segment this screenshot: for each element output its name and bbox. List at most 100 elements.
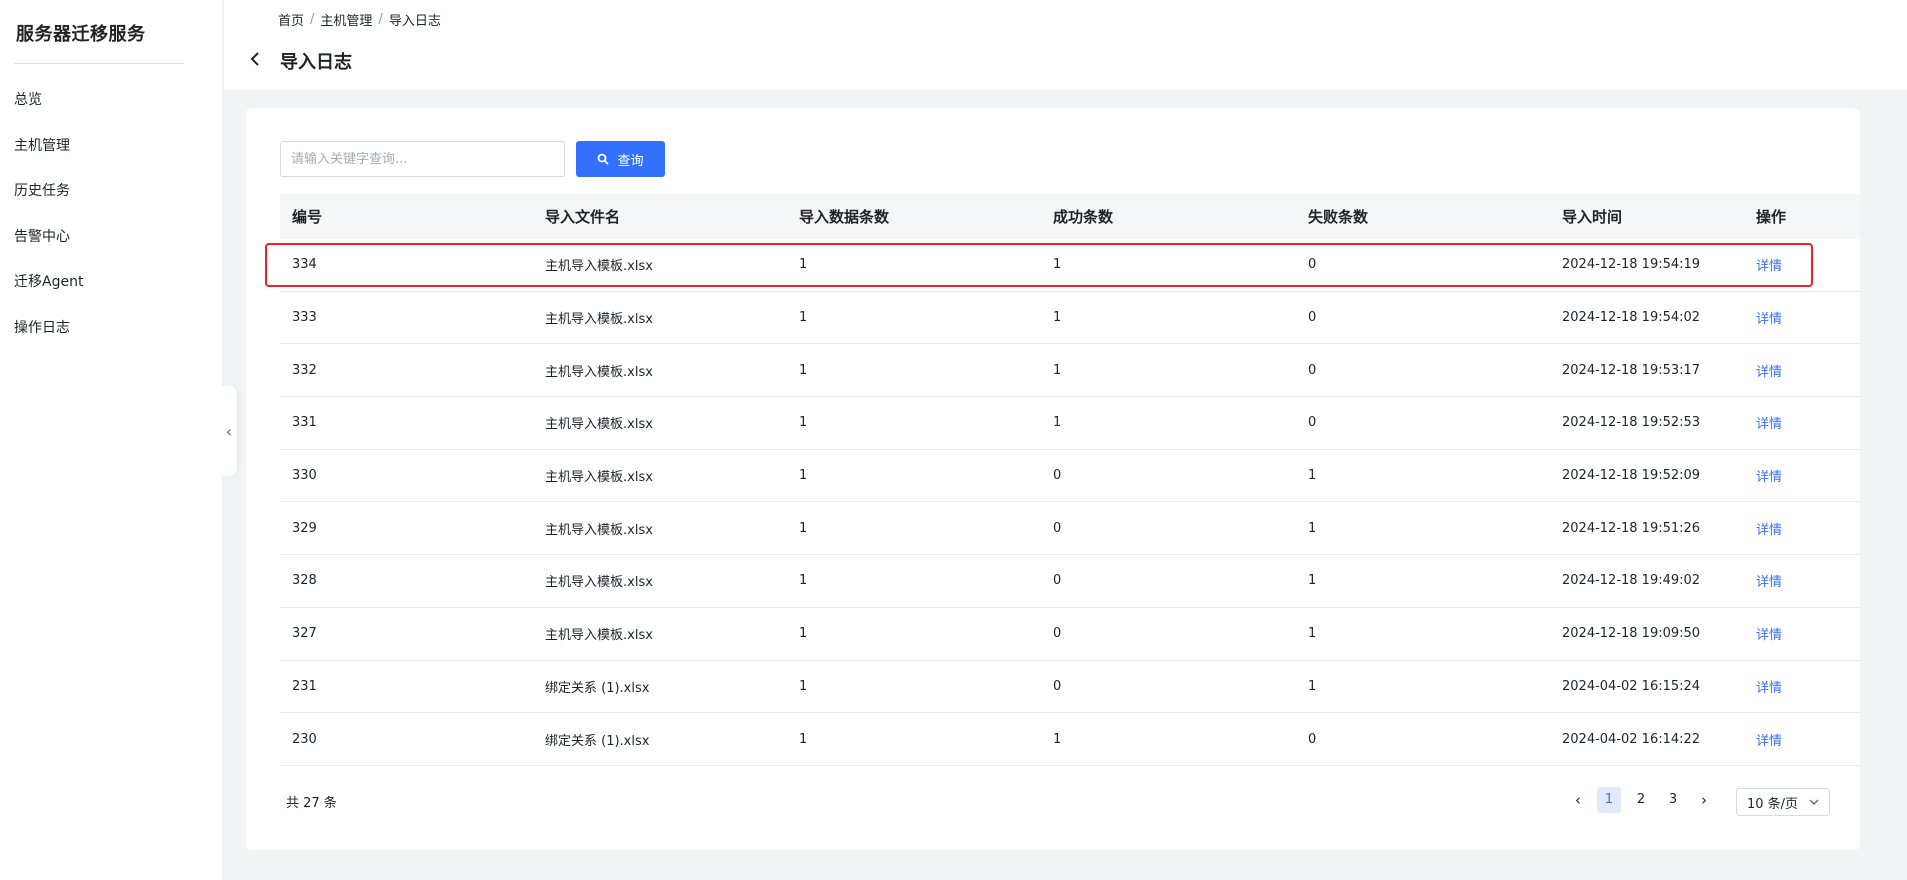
- cell-import-time: 2024-12-18 19:51:26: [1562, 520, 1701, 536]
- search-input[interactable]: [280, 141, 565, 177]
- sidebar-item-operation-log[interactable]: 操作日志: [0, 306, 223, 352]
- chevron-right-icon[interactable]: ›: [1693, 791, 1715, 809]
- back-arrow-icon[interactable]: [250, 51, 264, 72]
- cell-fail-count: 1: [1308, 468, 1317, 484]
- page-2[interactable]: 2: [1629, 787, 1653, 813]
- cell-total-count: 1: [799, 731, 808, 747]
- cell-total-count: 1: [799, 626, 808, 642]
- breadcrumb-current: 导入日志: [388, 14, 441, 29]
- content-card: 查询 编号 导入文件名 导入数据条数 成功条数 失败条数 导入时间 操作 334…: [246, 108, 1860, 850]
- cell-success-count: 1: [1053, 310, 1062, 326]
- details-link[interactable]: 详情: [1744, 413, 1860, 432]
- cell-import-time: 2024-12-18 19:09:50: [1562, 626, 1701, 642]
- cell-id: 333: [292, 310, 317, 326]
- cell-total-count: 1: [799, 415, 808, 431]
- cell-success-count: 0: [1053, 626, 1062, 642]
- table-row: 330 主机导入模板.xlsx 1 0 1 2024-12-18 19:52:0…: [280, 450, 1860, 503]
- table-header: 编号 导入文件名 导入数据条数 成功条数 失败条数 导入时间 操作: [280, 194, 1860, 239]
- search-button-label: 查询: [617, 153, 644, 169]
- cell-file-name: 主机导入模板.xlsx: [545, 312, 653, 328]
- cell-total-count: 1: [799, 362, 808, 378]
- cell-import-time: 2024-12-18 19:52:53: [1562, 415, 1701, 431]
- table-row: 329 主机导入模板.xlsx 1 0 1 2024-12-18 19:51:2…: [280, 502, 1860, 556]
- table-row: 333 主机导入模板.xlsx 1 1 0 2024-12-18 19:54:0…: [280, 292, 1860, 345]
- sidebar-divider: [14, 63, 184, 64]
- search-button[interactable]: 查询: [576, 141, 665, 177]
- table-row: 230 绑定关系 (1).xlsx 1 1 0 2024-04-02 16:14…: [280, 713, 1860, 766]
- sidebar: 服务器迁移服务 总览 主机管理 历史任务 告警中心 迁移Agent 操作日志: [0, 0, 223, 880]
- page-3[interactable]: 3: [1661, 787, 1685, 813]
- page-size-select[interactable]: 10 条/页: [1736, 788, 1830, 816]
- page-title: 导入日志: [280, 52, 352, 73]
- cell-id: 230: [292, 731, 317, 747]
- cell-id: 231: [292, 678, 317, 694]
- header-total-count: 导入数据条数: [799, 208, 890, 226]
- sidebar-item-overview[interactable]: 总览: [0, 78, 223, 124]
- details-link[interactable]: 详情: [1744, 571, 1860, 590]
- details-link[interactable]: 详情: [1744, 624, 1860, 643]
- sidebar-item-host-management[interactable]: 主机管理: [0, 124, 223, 170]
- header-file-name: 导入文件名: [545, 208, 621, 226]
- sidebar-item-migration-agent[interactable]: 迁移Agent: [0, 260, 223, 306]
- header-id: 编号: [292, 208, 323, 226]
- breadcrumb-host-management[interactable]: 主机管理: [320, 10, 372, 29]
- details-link[interactable]: 详情: [1744, 519, 1860, 538]
- cell-file-name: 主机导入模板.xlsx: [545, 522, 653, 538]
- breadcrumb: 首页 / 主机管理 / 导入日志: [278, 10, 441, 29]
- cell-total-count: 1: [799, 310, 808, 326]
- cell-id: 334: [292, 257, 317, 273]
- page-title-row: 导入日志: [250, 48, 352, 74]
- details-link[interactable]: 详情: [1744, 730, 1860, 749]
- details-link[interactable]: 详情: [1744, 255, 1860, 274]
- details-link[interactable]: 详情: [1744, 361, 1860, 380]
- table-row: 332 主机导入模板.xlsx 1 1 0 2024-12-18 19:53:1…: [280, 344, 1860, 398]
- cell-import-time: 2024-12-18 19:54:02: [1562, 310, 1701, 326]
- cell-success-count: 1: [1053, 415, 1062, 431]
- cell-fail-count: 1: [1308, 520, 1317, 536]
- cell-total-count: 1: [799, 520, 808, 536]
- header-action: 操作: [1756, 208, 1787, 226]
- cell-fail-count: 0: [1308, 731, 1317, 747]
- cell-fail-count: 1: [1308, 678, 1317, 694]
- pagination: ‹ 1 2 3 ›: [1567, 786, 1715, 814]
- page-1[interactable]: 1: [1597, 787, 1621, 813]
- cell-file-name: 主机导入模板.xlsx: [545, 470, 653, 486]
- breadcrumb-separator: /: [310, 12, 315, 27]
- cell-total-count: 1: [799, 678, 808, 694]
- cell-success-count: 1: [1053, 362, 1062, 378]
- sidebar-collapse-button[interactable]: ‹: [221, 386, 237, 476]
- details-link[interactable]: 详情: [1744, 677, 1860, 696]
- breadcrumb-home[interactable]: 首页: [278, 10, 304, 29]
- cell-id: 327: [292, 626, 317, 642]
- cell-id: 332: [292, 362, 317, 378]
- cell-id: 330: [292, 468, 317, 484]
- cell-total-count: 1: [799, 468, 808, 484]
- cell-file-name: 主机导入模板.xlsx: [545, 364, 653, 380]
- chevron-down-icon: [1809, 797, 1819, 808]
- cell-file-name: 绑定关系 (1).xlsx: [545, 680, 650, 696]
- table-row: 331 主机导入模板.xlsx 1 1 0 2024-12-18 19:52:5…: [280, 397, 1860, 450]
- header-success-count: 成功条数: [1053, 208, 1114, 226]
- total-count: 共 27 条: [286, 796, 337, 811]
- cell-import-time: 2024-12-18 19:52:09: [1562, 468, 1701, 484]
- cell-fail-count: 0: [1308, 415, 1317, 431]
- header-import-time: 导入时间: [1562, 208, 1623, 226]
- page-header: 首页 / 主机管理 / 导入日志 导入日志: [224, 0, 1907, 90]
- cell-id: 329: [292, 520, 317, 536]
- import-log-table: 编号 导入文件名 导入数据条数 成功条数 失败条数 导入时间 操作 334 主机…: [280, 194, 1860, 766]
- cell-success-count: 0: [1053, 468, 1062, 484]
- sidebar-item-alert-center[interactable]: 告警中心: [0, 215, 223, 261]
- cell-import-time: 2024-04-02 16:14:22: [1562, 731, 1701, 747]
- cell-success-count: 0: [1053, 520, 1062, 536]
- cell-fail-count: 0: [1308, 257, 1317, 273]
- details-link[interactable]: 详情: [1744, 466, 1860, 485]
- cell-import-time: 2024-04-02 16:15:24: [1562, 678, 1701, 694]
- cell-import-time: 2024-12-18 19:53:17: [1562, 362, 1701, 378]
- sidebar-item-history-tasks[interactable]: 历史任务: [0, 169, 223, 215]
- cell-fail-count: 0: [1308, 362, 1317, 378]
- cell-import-time: 2024-12-18 19:54:19: [1562, 257, 1701, 273]
- search-icon: [598, 153, 610, 165]
- cell-id: 328: [292, 573, 317, 589]
- chevron-left-icon[interactable]: ‹: [1567, 791, 1589, 809]
- details-link[interactable]: 详情: [1744, 308, 1860, 327]
